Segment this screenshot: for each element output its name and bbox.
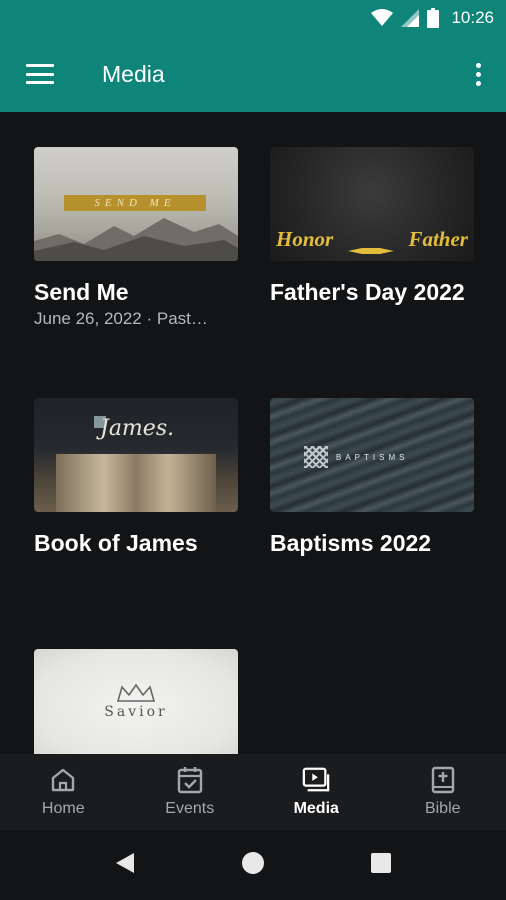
thumb-text-left: Honor (276, 227, 334, 251)
system-back-button[interactable] (61, 830, 189, 900)
bottom-nav: Home Events Media Bible (0, 754, 506, 830)
media-card-title: Book of James (34, 530, 198, 556)
open-book-graphic (56, 454, 216, 512)
nav-label: Home (41, 800, 85, 817)
more-options-button[interactable] (450, 36, 506, 112)
battery-icon (427, 8, 440, 28)
media-card-savior[interactable]: Savior (34, 649, 238, 754)
nav-item-bible[interactable]: Bible (380, 754, 506, 830)
more-vert-icon (475, 62, 481, 86)
recents-icon (370, 852, 392, 879)
thumb-text: Savior (104, 704, 168, 720)
video-library-icon (302, 766, 330, 794)
thumb-text: James. (100, 416, 175, 441)
thumb-banner: SEND ME (64, 195, 206, 211)
bible-icon (429, 766, 457, 794)
logo-icon (304, 446, 328, 468)
media-card-baptisms[interactable]: BAPTISMS Baptisms 2022 (270, 398, 474, 558)
home-icon (49, 766, 77, 794)
media-card-title: Send Me (34, 279, 129, 305)
media-thumbnail: James. (34, 398, 238, 512)
nav-item-home[interactable]: Home (0, 754, 127, 830)
status-time: 10:26 (451, 8, 494, 27)
system-recents-button[interactable] (317, 830, 445, 900)
nav-item-events[interactable]: Events (127, 754, 254, 830)
home-circle-icon (241, 851, 265, 880)
media-grid: SEND ME Send Me June 26, 2022 · Past… Ho… (0, 112, 506, 754)
media-thumbnail: Savior (34, 649, 238, 754)
wifi-icon (371, 9, 394, 27)
media-card-title: Father's Day 2022 (270, 279, 465, 305)
page-title: Media (102, 60, 165, 87)
back-icon (114, 851, 136, 880)
thumb-text: Honor Father (270, 227, 474, 254)
media-card-fathers-day[interactable]: Honor Father Father's Day 2022 (270, 147, 474, 307)
hamburger-menu-icon (26, 64, 54, 84)
system-home-button[interactable] (189, 830, 317, 900)
media-thumbnail: Honor Father (270, 147, 474, 261)
media-card-send-me[interactable]: SEND ME Send Me June 26, 2022 · Past… (34, 147, 238, 329)
media-card-book-of-james[interactable]: James. Book of James (34, 398, 238, 558)
media-card-subtitle: June 26, 2022 · Past… (34, 309, 208, 328)
thumb-text: BAPTISMS (336, 453, 409, 462)
crown-icon (116, 683, 156, 702)
media-thumbnail: SEND ME (34, 147, 238, 261)
nav-label: Bible (424, 800, 461, 817)
system-nav-bar (0, 830, 506, 900)
thumb-text-right: Father (408, 227, 468, 251)
nav-label: Media (293, 800, 339, 817)
mountain-graphic (34, 218, 238, 261)
calendar-check-icon (176, 766, 204, 794)
nav-item-media[interactable]: Media (253, 754, 380, 830)
media-card-title: Baptisms 2022 (270, 530, 432, 556)
media-thumbnail: BAPTISMS (270, 398, 474, 512)
signal-icon (401, 9, 420, 27)
app-bar: Media (0, 36, 506, 112)
arrow-ornament (347, 236, 394, 254)
menu-button[interactable] (0, 36, 80, 112)
status-bar: 10:26 (0, 0, 506, 36)
nav-label: Events (165, 800, 215, 817)
